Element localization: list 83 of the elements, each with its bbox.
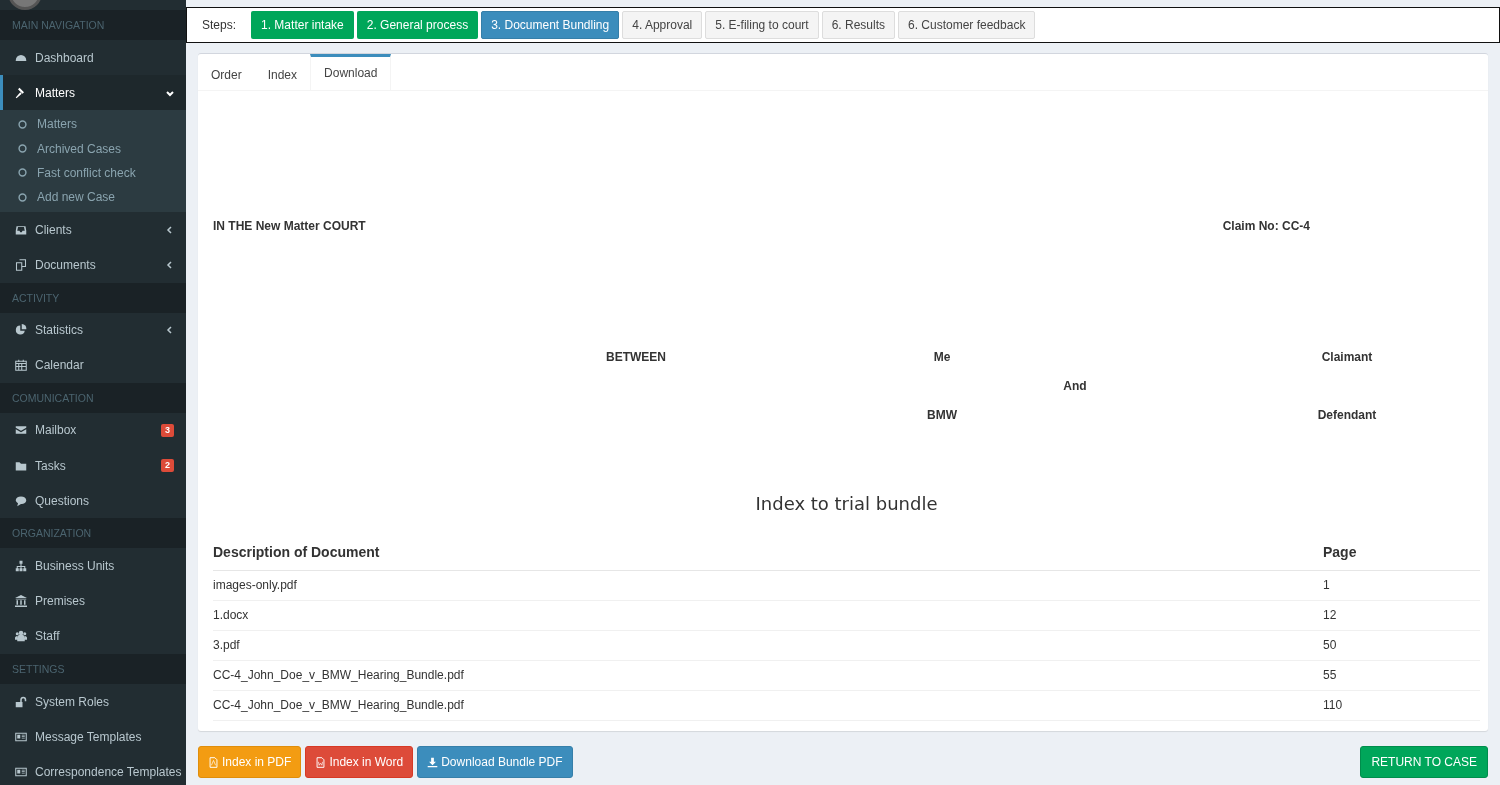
page-number: 55	[1323, 668, 1337, 682]
claimant-name: Me	[932, 348, 952, 366]
card-icon	[15, 765, 27, 778]
circle-icon	[18, 119, 27, 129]
speech-bubble-icon	[15, 494, 27, 507]
padlock-icon	[15, 695, 27, 708]
envelope-icon	[15, 424, 27, 437]
document-name: 3.pdf	[213, 638, 240, 652]
page-number: 50	[1323, 638, 1337, 652]
export-button[interactable]: Index in Word	[305, 746, 414, 778]
sidebar-subitem[interactable]: Add new Case	[0, 184, 186, 210]
sidebar-item[interactable]: Statistics	[0, 312, 186, 348]
column-header: Description of Document	[213, 544, 380, 560]
card-icon	[15, 730, 27, 743]
chevron-left-icon	[166, 326, 174, 335]
sidebar-section-header: COMUNICATION	[0, 382, 186, 413]
sidebar-item[interactable]: Staff	[0, 618, 186, 654]
document-name: images-only.pdf	[213, 578, 297, 592]
sidebar-section-header: ACTIVITY	[0, 282, 186, 313]
sidebar-item[interactable]: Dashboard	[0, 40, 186, 76]
and-label: And	[1062, 377, 1088, 395]
download-button[interactable]: Download Bundle PDF	[417, 746, 573, 778]
party-role: Claimant	[1320, 348, 1374, 366]
sidebar-item[interactable]: Message Templates	[0, 719, 186, 755]
pie-chart-icon	[15, 324, 27, 337]
sidebar-item[interactable]: Correspondence Templates	[0, 754, 186, 785]
circle-icon	[18, 144, 27, 154]
sidebar-item[interactable]: Matters	[0, 75, 186, 111]
documents-icon	[15, 258, 27, 271]
sidebar-item[interactable]: Business Units	[0, 548, 186, 584]
chevron-left-icon	[166, 260, 174, 269]
count-badge: 2	[161, 459, 174, 473]
party-role: Defendant	[1316, 406, 1378, 424]
document-title: Index to trial bundle	[754, 492, 939, 516]
gavel-icon	[15, 86, 27, 99]
pdf-file-icon	[208, 756, 219, 768]
sidebar-item[interactable]: Tasks 2	[0, 448, 186, 484]
step-button[interactable]: 5. E-filing to court	[705, 11, 819, 39]
sidebar-item[interactable]: Documents	[0, 247, 186, 283]
step-button[interactable]: 4. Approval	[622, 11, 703, 39]
sidebar-item[interactable]: System Roles	[0, 684, 186, 720]
sidebar-section-header: ORGANIZATION	[0, 518, 186, 549]
column-header: Page	[1323, 544, 1357, 560]
count-badge: 3	[161, 423, 174, 437]
steps-label: Steps:	[202, 17, 237, 34]
step-button[interactable]: 6. Customer feedback	[898, 11, 1036, 39]
page-number: 1	[1323, 578, 1330, 592]
circle-icon	[18, 168, 27, 178]
sidebar-item[interactable]: Clients	[0, 212, 186, 248]
step-button[interactable]: 3. Document Bundling	[481, 11, 620, 39]
court-heading: IN THE New Matter COURT	[213, 218, 366, 235]
chevron-down-icon	[166, 88, 174, 97]
sidebar-subitem[interactable]: Archived Cases	[0, 136, 186, 161]
document-name: CC-4_John_Doe_v_BMW_Hearing_Bundle.pdf	[213, 698, 464, 712]
page-number: 110	[1323, 698, 1343, 712]
hierarchy-icon	[15, 560, 27, 573]
sidebar-section-header: MAIN NAVIGATION	[0, 10, 186, 40]
step-button[interactable]: 6. Results	[821, 11, 895, 39]
people-icon	[15, 630, 27, 643]
between-label: BETWEEN	[605, 348, 667, 366]
word-file-icon	[315, 756, 327, 768]
sidebar-item[interactable]: Calendar	[0, 347, 186, 383]
sidebar-item[interactable]: Mailbox 3	[0, 412, 186, 449]
document-name: CC-4_John_Doe_v_BMW_Hearing_Bundle.pdf	[213, 668, 464, 682]
defendant-name: BMW	[926, 406, 958, 424]
chevron-left-icon	[166, 225, 174, 234]
sidebar-subitem[interactable]: Fast conflict check	[0, 160, 186, 185]
sidebar-section-header: SETTINGS	[0, 654, 186, 684]
tab[interactable]: Order	[198, 54, 255, 90]
tab[interactable]: Index	[254, 54, 311, 90]
tray-icon	[15, 223, 27, 236]
tab[interactable]: Download	[310, 54, 392, 90]
claim-number: Claim No: CC-4	[1222, 218, 1310, 235]
page-number: 12	[1323, 608, 1337, 622]
building-icon	[15, 595, 27, 608]
folder-icon	[15, 459, 27, 472]
sidebar-item[interactable]: Questions	[0, 483, 186, 519]
sidebar-subitem[interactable]: Matters	[0, 112, 186, 137]
circle-icon	[18, 192, 27, 202]
sidebar-item[interactable]: Premises	[0, 583, 186, 619]
document-name: 1.docx	[213, 608, 249, 622]
download-icon	[427, 756, 439, 768]
calendar-icon	[15, 359, 27, 372]
